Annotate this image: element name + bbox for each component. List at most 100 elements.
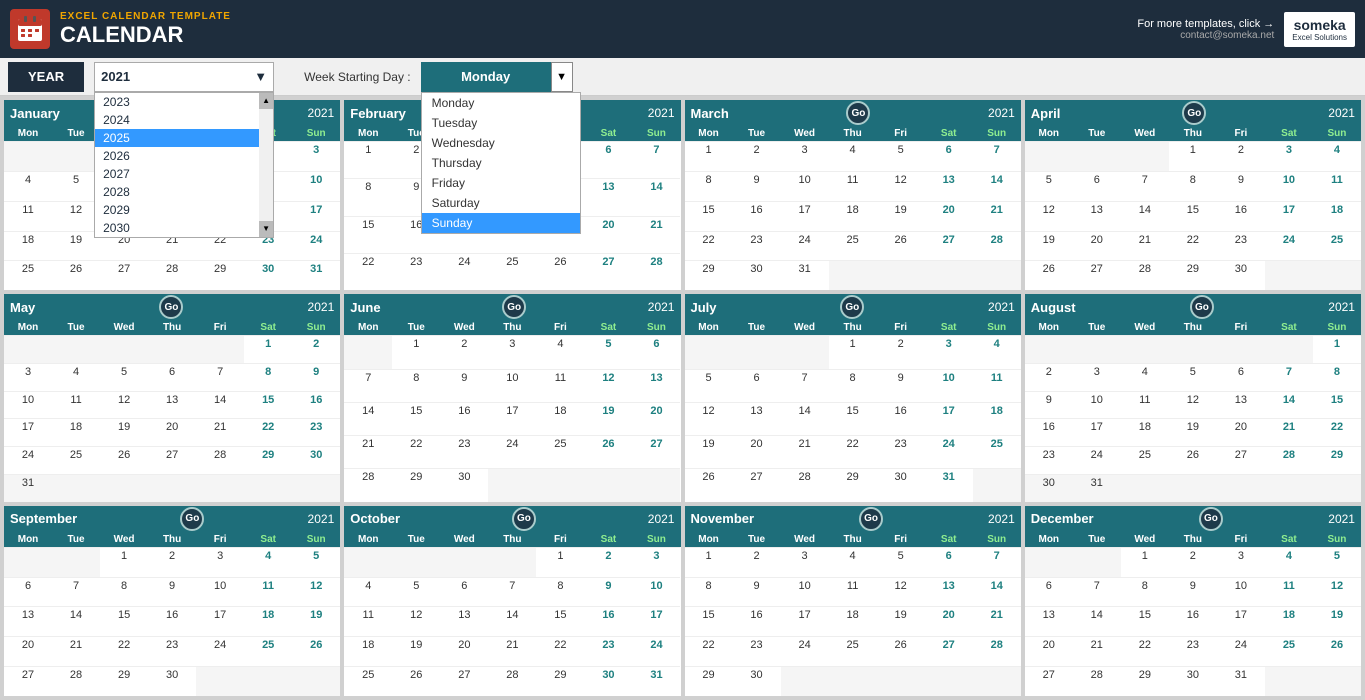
- days-header-september: MonTueWedThuFriSatSun: [4, 532, 340, 547]
- day-cell: 28: [1121, 260, 1169, 290]
- day-cell: 3: [196, 547, 244, 577]
- day-cell: 27: [440, 666, 488, 696]
- day-cell: [685, 335, 733, 368]
- day-cell: [973, 260, 1021, 290]
- day-cell: 14: [973, 577, 1021, 607]
- year-display[interactable]: 2021 ▼: [94, 62, 274, 92]
- days-header-october: MonTueWedThuFriSatSun: [344, 532, 680, 547]
- year-option-2024[interactable]: 2024: [95, 111, 259, 129]
- year-option-2026[interactable]: 2026: [95, 147, 259, 165]
- go-button-october[interactable]: Go: [512, 507, 536, 531]
- day-cell: 22: [1313, 418, 1361, 446]
- day-cell: 2: [292, 335, 340, 363]
- day-header-tue: Tue: [1073, 126, 1121, 141]
- day-cell: 26: [1025, 260, 1073, 290]
- day-header-tue: Tue: [392, 532, 440, 547]
- day-cell: 11: [1121, 391, 1169, 419]
- go-button-may[interactable]: Go: [159, 295, 183, 319]
- day-header-fri: Fri: [877, 532, 925, 547]
- go-button-march[interactable]: Go: [846, 101, 870, 125]
- year-option-2030[interactable]: 2030: [95, 219, 259, 237]
- day-cell: 1: [344, 141, 392, 178]
- month-header-may: MayGo2021: [4, 294, 340, 320]
- scroll-track: [259, 109, 273, 221]
- year-value: 2021: [101, 69, 130, 84]
- week-option-saturday[interactable]: Saturday: [422, 193, 580, 213]
- go-button-november[interactable]: Go: [859, 507, 883, 531]
- year-options-list: 2023 2024 2025 2026 2027 2028 2029 2030: [95, 93, 259, 237]
- week-option-tuesday[interactable]: Tuesday: [422, 113, 580, 133]
- scroll-up-btn[interactable]: ▲: [259, 93, 273, 109]
- day-cell: 13: [925, 171, 973, 201]
- day-cell: 28: [1265, 446, 1313, 474]
- day-header-thu: Thu: [829, 320, 877, 335]
- day-header-mon: Mon: [1025, 126, 1073, 141]
- week-option-wednesday[interactable]: Wednesday: [422, 133, 580, 153]
- days-grid-may: 1234567891011121314151617181920212223242…: [4, 335, 340, 501]
- day-cell: 12: [100, 391, 148, 419]
- day-cell: 9: [584, 577, 632, 607]
- day-header-fri: Fri: [1217, 532, 1265, 547]
- day-cell: 16: [733, 201, 781, 231]
- day-cell: 25: [973, 435, 1021, 468]
- contact-text: contact@someka.net: [1180, 30, 1274, 41]
- week-option-monday[interactable]: Monday: [422, 93, 580, 113]
- year-option-2028[interactable]: 2028: [95, 183, 259, 201]
- go-button-september[interactable]: Go: [180, 507, 204, 531]
- go-button-june[interactable]: Go: [502, 295, 526, 319]
- week-option-sunday[interactable]: Sunday: [422, 213, 580, 233]
- day-cell: [148, 335, 196, 363]
- day-header-sun: Sun: [292, 320, 340, 335]
- day-cell: 7: [1121, 171, 1169, 201]
- day-header-sun: Sun: [1313, 320, 1361, 335]
- scroll-down-btn[interactable]: ▼: [259, 221, 273, 237]
- year-option-2027[interactable]: 2027: [95, 165, 259, 183]
- day-cell: 27: [148, 446, 196, 474]
- year-select-container[interactable]: 2021 ▼ 2023 2024 2025 2026 2027 2028 202…: [94, 62, 274, 92]
- day-cell: 21: [196, 418, 244, 446]
- days-header-august: MonTueWedThuFriSatSun: [1025, 320, 1361, 335]
- day-header-tue: Tue: [733, 126, 781, 141]
- year-option-2023[interactable]: 2023: [95, 93, 259, 111]
- week-dropdown[interactable]: Monday Tuesday Wednesday Thursday Friday…: [421, 92, 581, 234]
- day-cell: 13: [632, 369, 680, 402]
- year-dropdown[interactable]: 2023 2024 2025 2026 2027 2028 2029 2030 …: [94, 92, 274, 238]
- week-option-thursday[interactable]: Thursday: [422, 153, 580, 173]
- day-cell: 25: [4, 260, 52, 290]
- week-dropdown-arrow[interactable]: ▼: [551, 62, 573, 92]
- day-cell: 31: [4, 474, 52, 502]
- week-day-display[interactable]: Monday: [421, 62, 551, 92]
- day-cell: 21: [52, 636, 100, 666]
- day-cell: 1: [100, 547, 148, 577]
- go-button-july[interactable]: Go: [840, 295, 864, 319]
- day-cell: 3: [781, 141, 829, 171]
- day-cell: 29: [1169, 260, 1217, 290]
- day-cell: 10: [632, 577, 680, 607]
- week-start-group[interactable]: Monday ▼ Monday Tuesday Wednesday Thursd…: [421, 62, 573, 92]
- day-header-mon: Mon: [685, 320, 733, 335]
- go-button-august[interactable]: Go: [1190, 295, 1214, 319]
- year-option-2029[interactable]: 2029: [95, 201, 259, 219]
- day-header-sun: Sun: [973, 320, 1021, 335]
- day-cell: 15: [344, 216, 392, 253]
- days-grid-august: 1234567891011121314151617181920212223242…: [1025, 335, 1361, 501]
- day-cell: 11: [1313, 171, 1361, 201]
- day-cell: 15: [392, 402, 440, 435]
- day-cell: 13: [1073, 201, 1121, 231]
- go-button-december[interactable]: Go: [1199, 507, 1223, 531]
- day-cell: 14: [973, 171, 1021, 201]
- week-option-friday[interactable]: Friday: [422, 173, 580, 193]
- day-cell: 8: [392, 369, 440, 402]
- day-cell: 11: [4, 201, 52, 231]
- day-cell: [292, 474, 340, 502]
- day-cell: 1: [536, 547, 584, 577]
- year-option-2025[interactable]: 2025: [95, 129, 259, 147]
- month-block-april: AprilGo2021MonTueWedThuFriSatSun12345678…: [1025, 100, 1361, 290]
- day-cell: 28: [781, 468, 829, 501]
- day-cell: 10: [1217, 577, 1265, 607]
- day-cell: 16: [148, 606, 196, 636]
- day-header-sat: Sat: [925, 320, 973, 335]
- month-header-june: JuneGo2021: [344, 294, 680, 320]
- go-button-april[interactable]: Go: [1182, 101, 1206, 125]
- day-cell: 3: [488, 335, 536, 368]
